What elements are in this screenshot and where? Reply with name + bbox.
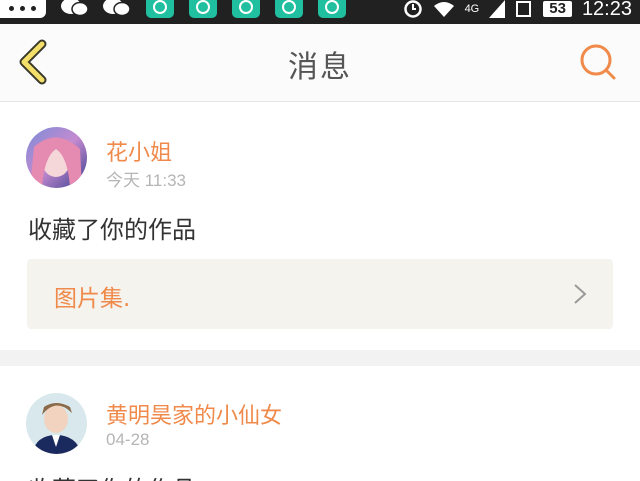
network-type: 4G [464,3,480,15]
username[interactable]: 花小姐 [106,135,172,167]
alarm-icon [403,0,422,18]
app-notification-icon [232,0,260,18]
app-notification-icon [189,0,217,18]
attachment-title: 图片集. [54,286,131,312]
wechat-icon [103,0,131,17]
section-divider [0,350,640,366]
username[interactable]: 黄明昊家的小仙女 [106,398,282,430]
wifi-icon [433,2,454,17]
screenshot-icon [516,1,532,17]
avatar[interactable] [26,393,87,454]
page-title: 消息 [288,50,352,85]
message-text: 收藏了你的作品 [28,216,196,244]
message-card: 黄明昊家的小仙女 04-28 收藏了你的作品 [0,366,640,481]
battery-level: 53 [543,1,572,17]
clock: 12:23 [581,0,632,20]
app-notification-icon [146,0,174,18]
message-time: 04-28 [106,430,150,449]
chevron-right-icon [574,284,587,304]
menu-dots-icon [0,0,46,18]
wechat-icon [61,0,89,17]
message-time: 今天 11:33 [106,171,187,190]
status-bar: 4G 53 12:23 [0,0,640,24]
header-bar: 消息 [0,24,640,102]
avatar[interactable] [26,127,87,188]
attachment-link[interactable]: 图片集. [27,259,613,329]
message-card: 花小姐 今天 11:33 收藏了你的作品 图片集. [0,102,640,350]
app-notification-icon [275,0,303,18]
search-icon[interactable] [578,42,618,82]
signal-icon [489,0,506,18]
message-text: 收藏了你的作品 [28,470,196,481]
app-notification-icon [318,0,346,18]
